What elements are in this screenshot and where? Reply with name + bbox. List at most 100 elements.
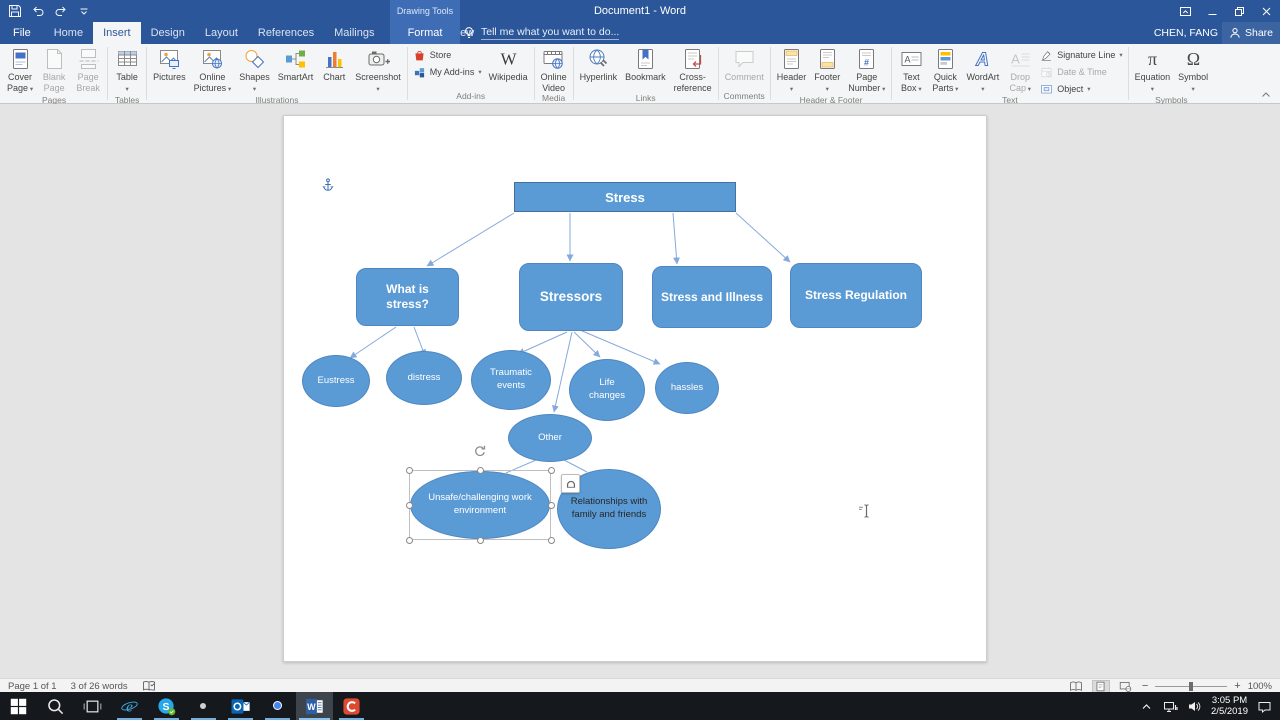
minimize-button[interactable]: [1199, 0, 1226, 22]
ribbon-button-smartart[interactable]: SmartArt: [274, 44, 318, 83]
zoom-slider-thumb[interactable]: [1189, 681, 1194, 691]
zoom-out-button[interactable]: −: [1142, 680, 1148, 693]
selection-handle-sw[interactable]: [405, 536, 413, 544]
life-changes-shape[interactable]: Life changes: [569, 359, 645, 421]
selection-handle-s[interactable]: [476, 536, 484, 544]
ribbon-button-hyperlink[interactable]: Hyperlink: [576, 44, 622, 83]
task-view-button[interactable]: [74, 692, 111, 720]
ribbon-button-cover-page[interactable]: Cover Page ▾: [3, 44, 37, 95]
hassles-shape[interactable]: hassles: [655, 362, 719, 414]
collapse-ribbon-button[interactable]: [1260, 90, 1272, 100]
blank-page-icon: [42, 47, 67, 71]
page-indicator[interactable]: Page 1 of 1: [8, 681, 57, 692]
what-is-stress-shape[interactable]: What is stress?: [356, 268, 459, 326]
ribbon-button-header[interactable]: Header ▾: [773, 44, 811, 95]
restore-icon: [1235, 6, 1244, 16]
redo-button[interactable]: [54, 4, 68, 18]
rotate-handle[interactable]: [473, 444, 487, 458]
print-layout-button[interactable]: [1091, 679, 1110, 693]
ribbon-button-quick-parts[interactable]: Quick Parts ▾: [928, 44, 962, 95]
selection-handle-n[interactable]: [476, 466, 484, 474]
eustress-shape[interactable]: Eustress: [302, 355, 370, 407]
tab-design[interactable]: Design: [141, 22, 195, 44]
ribbon-button-label: Shapes ▾: [239, 72, 270, 93]
ribbon-button-table[interactable]: Table ▾: [110, 44, 144, 95]
other-shape[interactable]: Other: [508, 414, 592, 462]
tab-format[interactable]: Format: [408, 22, 443, 44]
proofing-status-icon[interactable]: [142, 680, 156, 692]
ribbon-button-object[interactable]: Object ▾: [1040, 83, 1122, 95]
ribbon-button-screenshot[interactable]: Screenshot ▾: [351, 44, 405, 95]
stressors-shape[interactable]: Stressors: [519, 263, 623, 331]
qat-more-button[interactable]: [77, 4, 91, 18]
taskbar-camtasia[interactable]: [333, 692, 370, 720]
taskbar-clock[interactable]: 3:05 PM 2/5/2019: [1211, 695, 1248, 717]
ribbon-button-my-add-ins[interactable]: My Add-ins ▾: [413, 66, 482, 78]
dropdown-arrow-icon: ▾: [28, 85, 34, 93]
selection-handle-nw[interactable]: [405, 466, 413, 474]
tab-layout[interactable]: Layout: [195, 22, 248, 44]
traumatic-events-shape[interactable]: Traumatic events: [471, 350, 551, 410]
ribbon-button-store[interactable]: Store: [413, 49, 482, 61]
tab-home[interactable]: Home: [44, 22, 93, 44]
ribbon-button-online-video[interactable]: Online Video: [537, 44, 571, 93]
tray-chevron-up-icon[interactable]: [1139, 699, 1154, 714]
taskbar-outlook[interactable]: [222, 692, 259, 720]
tab-references[interactable]: References: [248, 22, 324, 44]
tab-mailings[interactable]: Mailings: [324, 22, 384, 44]
zoom-slider[interactable]: [1155, 680, 1228, 693]
taskbar-word[interactable]: W: [296, 692, 333, 720]
stress-and-illness-shape[interactable]: Stress and Illness: [652, 266, 772, 328]
ribbon-button-online-pictures[interactable]: Online Pictures ▾: [190, 44, 236, 95]
stress-regulation-shape[interactable]: Stress Regulation: [790, 263, 922, 328]
taskbar-photos[interactable]: [185, 692, 222, 720]
ribbon-button-chart[interactable]: Chart: [317, 44, 351, 83]
zoom-level[interactable]: 100%: [1248, 681, 1272, 692]
ribbon-display-options-button[interactable]: [1172, 0, 1199, 22]
ribbon-button-label: Drop Cap ▾: [1009, 72, 1032, 93]
tell-me-box[interactable]: Tell me what you want to do...: [463, 22, 620, 44]
close-button[interactable]: [1253, 0, 1280, 22]
share-button[interactable]: Share: [1222, 22, 1280, 44]
selection-handle-e[interactable]: [547, 501, 555, 509]
action-center-icon[interactable]: [1257, 699, 1272, 714]
ribbon-button-shapes[interactable]: Shapes ▾: [235, 44, 274, 95]
svg-text:e: e: [126, 698, 133, 715]
save-button[interactable]: [8, 4, 22, 18]
read-mode-button[interactable]: [1067, 680, 1085, 693]
ribbon-button-pictures[interactable]: Pictures: [149, 44, 190, 83]
ribbon-button-wikipedia[interactable]: W Wikipedia: [485, 44, 532, 83]
ribbon-button-cross-reference[interactable]: Cross-reference: [670, 44, 716, 93]
web-layout-button[interactable]: [1117, 680, 1135, 693]
undo-button[interactable]: [31, 4, 45, 18]
document-page[interactable]: Stress What is stress? Stressors Stress and…: [283, 115, 987, 662]
selection-handle-se[interactable]: [547, 536, 555, 544]
start-button[interactable]: [0, 692, 37, 720]
tab-insert[interactable]: Insert: [93, 22, 141, 44]
ribbon-button-wordart[interactable]: A WordArt ▾: [962, 44, 1003, 95]
distress-shape[interactable]: distress: [386, 351, 462, 405]
ribbon-button-bookmark[interactable]: Bookmark: [621, 44, 670, 83]
zoom-in-button[interactable]: +: [1234, 680, 1240, 693]
selection-handle-ne[interactable]: [547, 466, 555, 474]
selection-handle-w[interactable]: [405, 501, 413, 509]
ribbon-button-text-box[interactable]: A Text Box ▾: [894, 44, 928, 95]
tab-file[interactable]: File: [0, 22, 44, 44]
stress-shape[interactable]: Stress: [514, 182, 736, 212]
taskbar-ie[interactable]: e: [111, 692, 148, 720]
document-area[interactable]: Stress What is stress? Stressors Stress and…: [0, 104, 1280, 678]
speaker-icon[interactable]: [1187, 699, 1202, 714]
ribbon-button-equation[interactable]: π Equation ▾: [1131, 44, 1175, 95]
layout-options-button[interactable]: [561, 474, 580, 493]
ribbon-button-signature-line[interactable]: Signature Line ▾: [1040, 49, 1123, 61]
signed-in-user[interactable]: CHEN, FANG: [1154, 22, 1218, 44]
ribbon-button-footer[interactable]: Footer ▾: [810, 44, 844, 95]
word-count[interactable]: 3 of 26 words: [71, 681, 128, 692]
ribbon-button-page-number[interactable]: # Page Number ▾: [844, 44, 889, 95]
network-icon[interactable]: [1163, 699, 1178, 714]
ribbon-button-symbol[interactable]: Ω Symbol ▾: [1174, 44, 1212, 95]
taskbar-chrome[interactable]: [259, 692, 296, 720]
search-button[interactable]: [37, 692, 74, 720]
restore-button[interactable]: [1226, 0, 1253, 22]
taskbar-skype[interactable]: S: [148, 692, 185, 720]
